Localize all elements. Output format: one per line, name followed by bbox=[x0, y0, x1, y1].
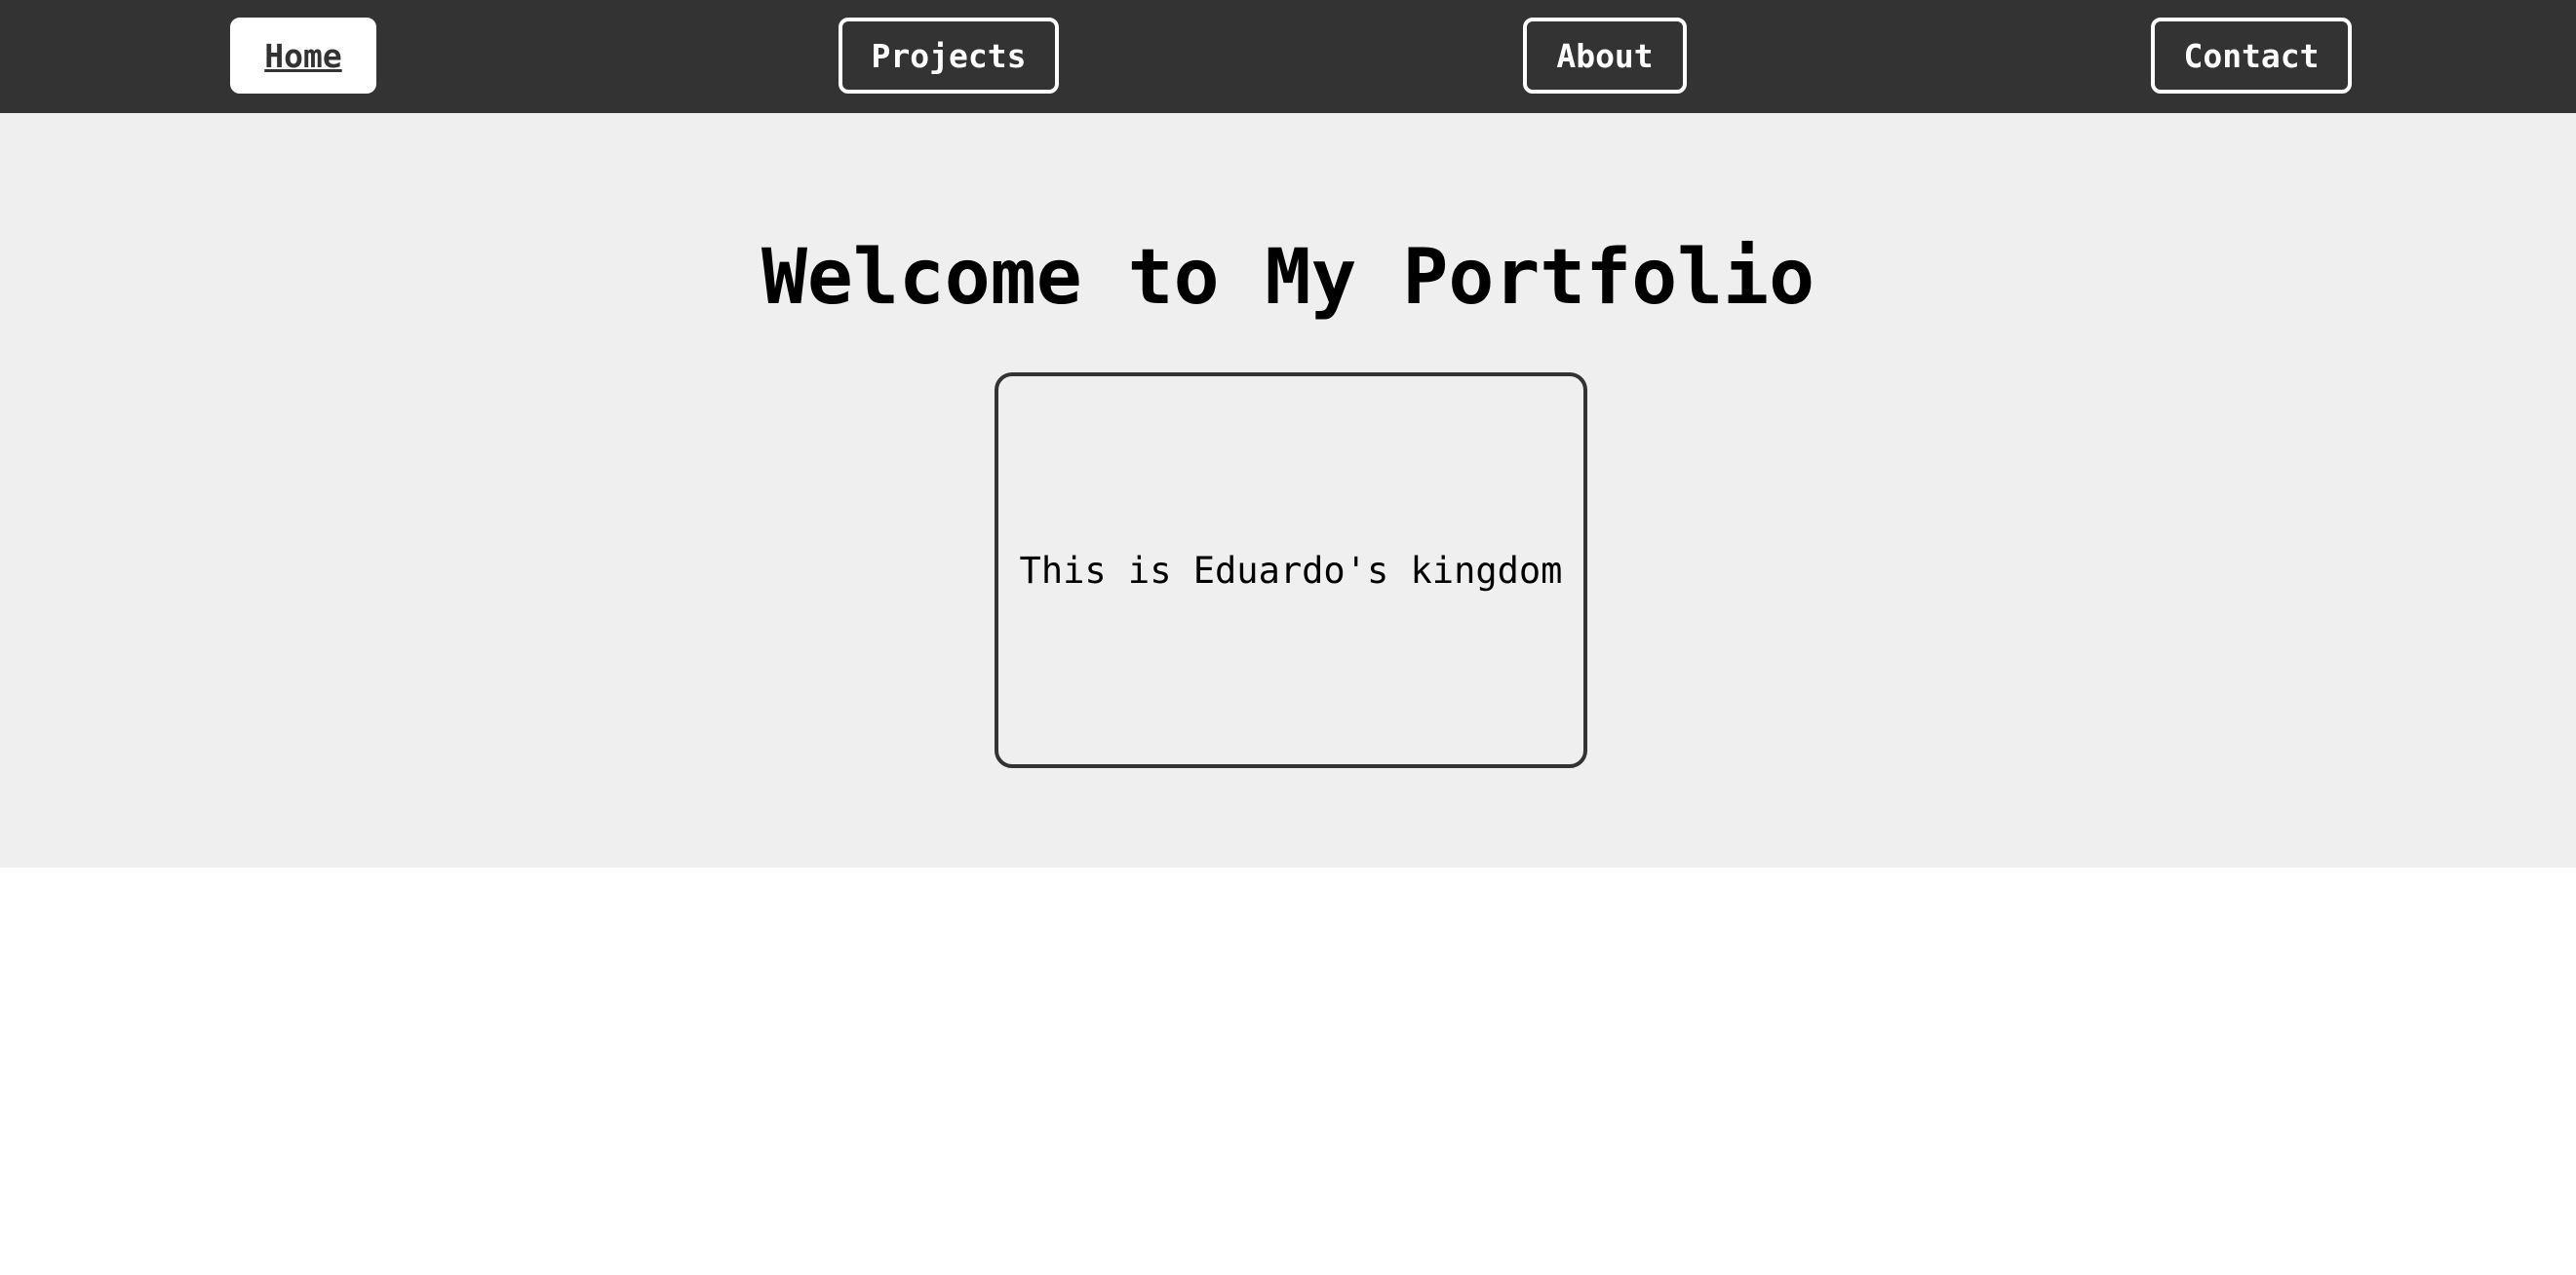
page-title: Welcome to My Portfolio bbox=[761, 234, 1815, 322]
intro-card: This is Eduardo's kingdom bbox=[995, 372, 1587, 768]
intro-card-text: This is Eduardo's kingdom bbox=[1019, 549, 1563, 592]
nav-home-button[interactable]: Home bbox=[230, 18, 376, 94]
hero-section: Welcome to My Portfolio This is Eduardo'… bbox=[0, 113, 2576, 868]
nav-contact-button[interactable]: Contact bbox=[2151, 18, 2352, 94]
top-navbar: Home Projects About Contact bbox=[0, 0, 2576, 113]
nav-projects-button[interactable]: Projects bbox=[839, 18, 1059, 94]
nav-about-button[interactable]: About bbox=[1523, 18, 1687, 94]
